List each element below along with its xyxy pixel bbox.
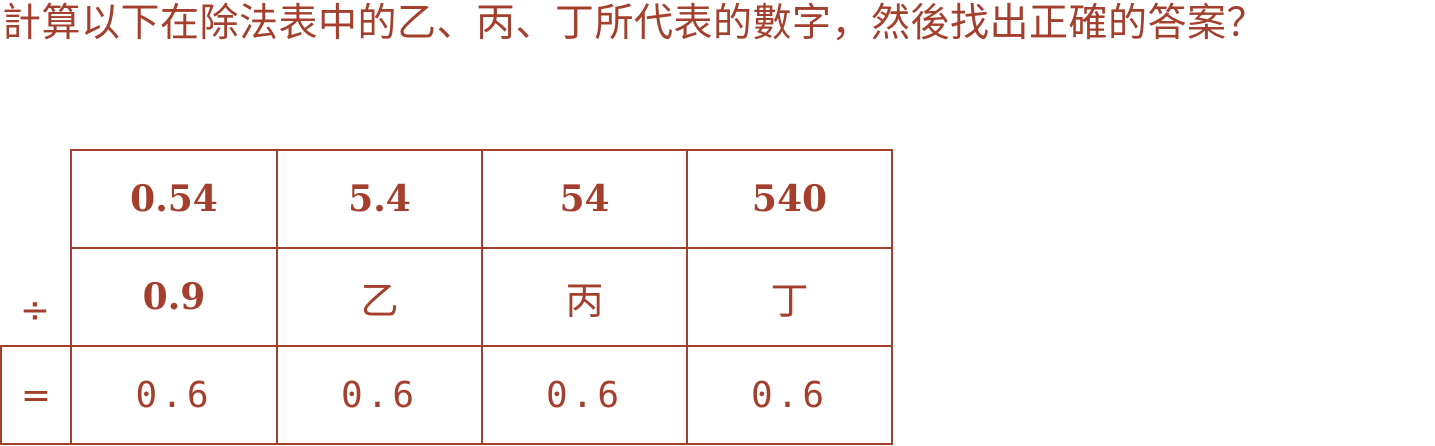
quotient-cell: 0.6 (340, 374, 419, 416)
table-line-col4 (891, 149, 893, 445)
dividend-cell: 5.4 (348, 178, 411, 220)
dividend-cell: 0.54 (130, 178, 218, 220)
question-text: 計算以下在除法表中的乙、丙、丁所代表的數字，然後找出正確的答案？ (2, 1, 1267, 46)
table-line-bottom (0, 443, 893, 445)
dividend-cell: 54 (559, 178, 610, 220)
divisor-cell: 丁 (770, 278, 809, 323)
divide-sign: ÷ (19, 289, 51, 331)
divisor-cell: 丙 (565, 278, 604, 323)
divisor-cell: 乙 (360, 278, 399, 323)
divisor-cell: 0.9 (142, 276, 206, 318)
dividend-cell: 540 (751, 178, 828, 220)
quotient-cell: 0.6 (750, 374, 829, 416)
equals-sign: = (20, 374, 52, 416)
quotient-cell: 0.6 (135, 374, 213, 416)
quotient-cell: 0.6 (545, 374, 624, 416)
